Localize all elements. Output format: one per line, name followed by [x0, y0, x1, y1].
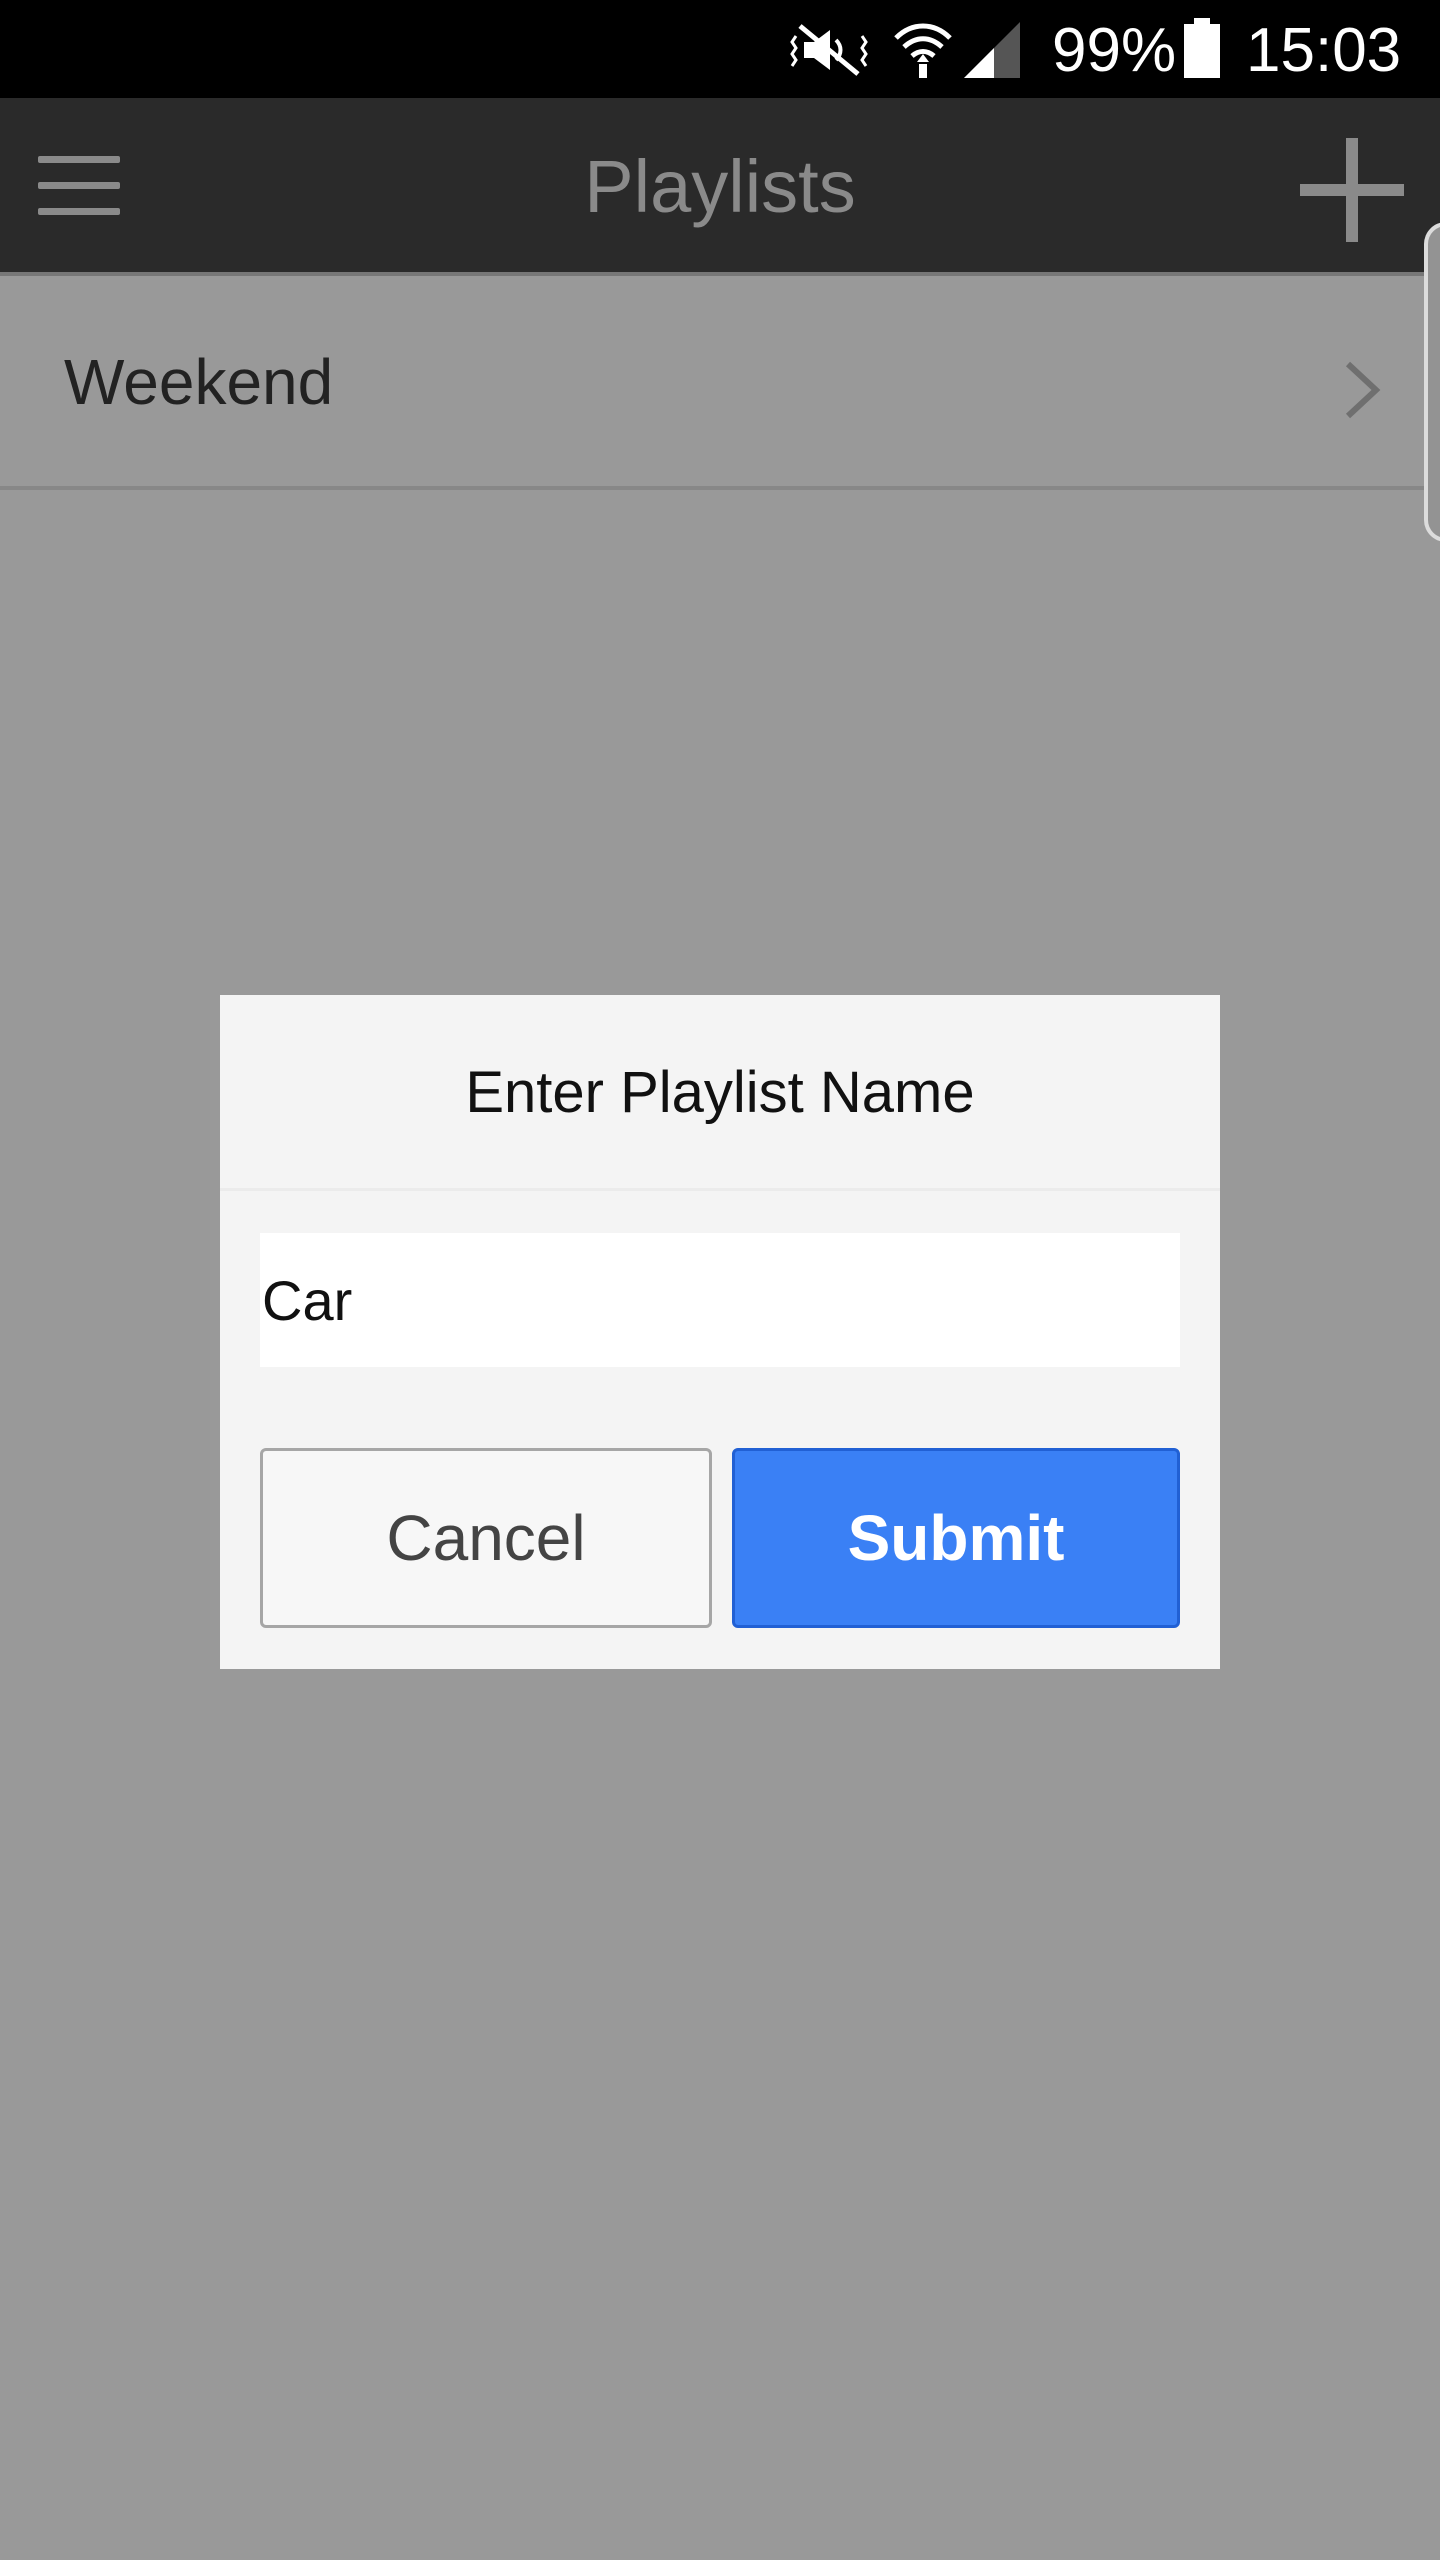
submit-button[interactable]: Submit	[732, 1448, 1180, 1628]
page-title: Playlists	[584, 145, 856, 228]
chevron-right-icon	[1345, 361, 1381, 419]
dialog-header: Enter Playlist Name	[220, 995, 1220, 1191]
dialog-title: Enter Playlist Name	[465, 1060, 975, 1125]
playlist-name: Weekend	[64, 346, 334, 418]
playlist-name-dialog: Enter Playlist Name Cancel Submit	[220, 995, 1220, 1669]
cancel-button[interactable]: Cancel	[260, 1448, 712, 1628]
edge-panel-handle[interactable]	[1424, 222, 1440, 542]
cell-signal-icon	[964, 22, 1020, 78]
mute-vibrate-icon	[790, 24, 868, 76]
list-item[interactable]: Weekend	[0, 278, 1440, 490]
battery-icon	[1184, 18, 1220, 78]
wifi-icon	[894, 23, 952, 78]
playlist-name-input[interactable]	[260, 1233, 1180, 1367]
hamburger-menu-icon[interactable]	[38, 154, 120, 218]
app-bar: Playlists	[0, 98, 1440, 276]
status-bar: 99% 15:03	[0, 0, 1440, 98]
clock: 15:03	[1246, 16, 1402, 85]
plus-icon[interactable]	[1300, 138, 1404, 242]
battery-percent: 99%	[1052, 16, 1177, 85]
